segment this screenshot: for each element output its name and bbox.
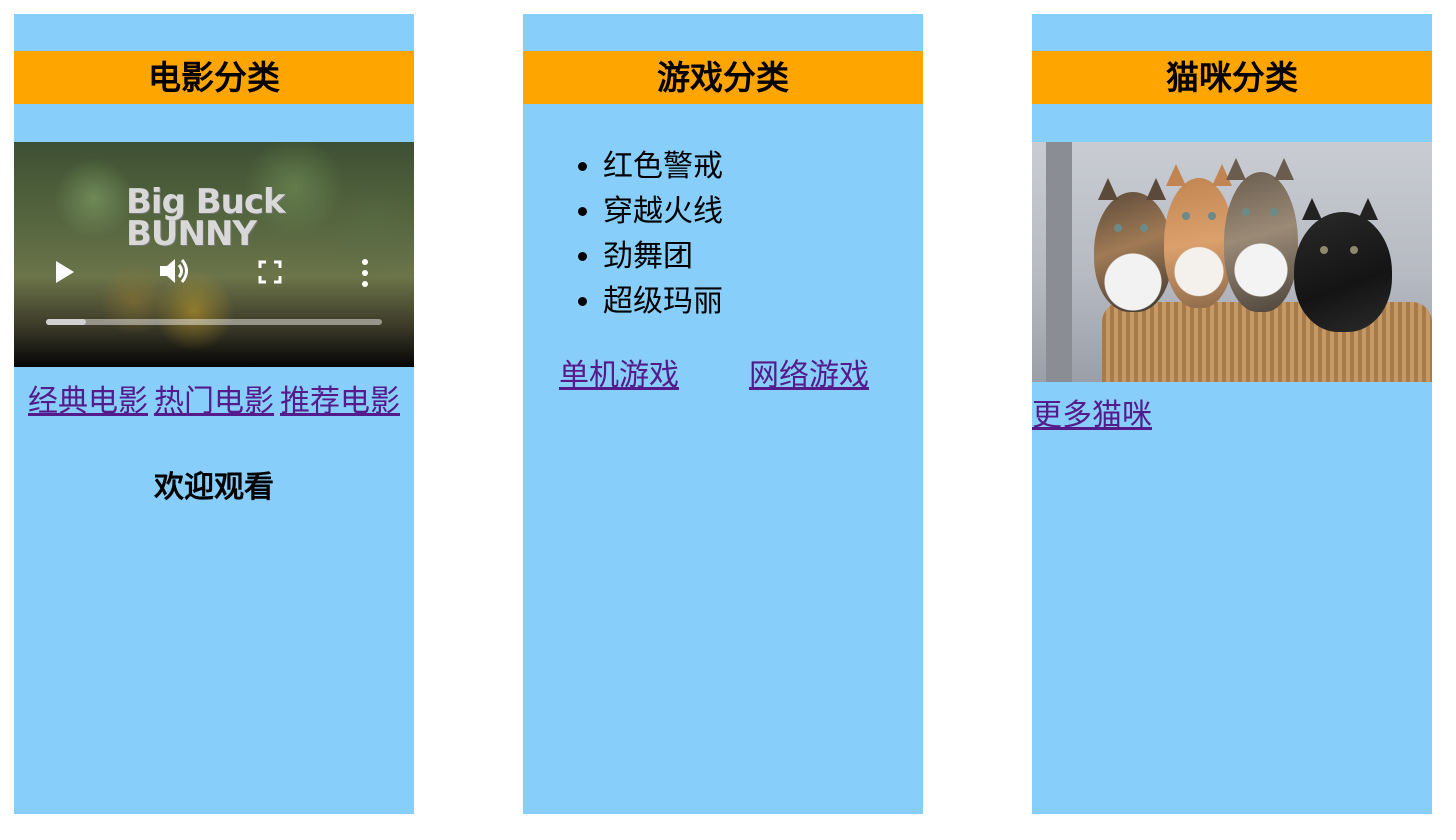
kitten-2-eye — [1182, 212, 1190, 220]
video-player[interactable]: Big Buck BUNNY — [14, 142, 414, 367]
game-links: 单机游戏 网络游戏 — [559, 356, 869, 396]
cats-heading: 猫咪分类 — [1032, 51, 1432, 104]
photo-basket — [1102, 302, 1432, 382]
link-more-cats[interactable]: 更多猫咪 — [1032, 398, 1152, 433]
link-hot-movies[interactable]: 热门电影 — [154, 384, 274, 419]
play-icon[interactable] — [54, 260, 76, 284]
kitten-3-ear — [1274, 158, 1294, 180]
game-list: 红色警戒 穿越火线 劲舞团 超级玛丽 — [523, 144, 723, 324]
kitten-1-eye — [1114, 224, 1122, 232]
kitten-2-eye — [1208, 212, 1216, 220]
kitten-1-ear — [1146, 178, 1166, 200]
games-panel: 游戏分类 红色警戒 穿越火线 劲舞团 超级玛丽 单机游戏 网络游戏 — [523, 14, 923, 814]
kitten-4-eye — [1350, 246, 1358, 254]
list-item: 红色警戒 — [603, 144, 723, 189]
kitten-3-ear — [1226, 158, 1246, 180]
movie-links: 经典电影 热门电影 推荐电影 — [14, 382, 414, 422]
fullscreen-icon[interactable] — [258, 260, 282, 284]
list-item: 穿越火线 — [603, 189, 723, 234]
link-online-games[interactable]: 网络游戏 — [749, 358, 869, 393]
volume-icon[interactable] — [158, 256, 192, 286]
movies-heading: 电影分类 — [14, 51, 414, 104]
kitten-1 — [1094, 192, 1172, 312]
more-cats-link-container: 更多猫咪 — [1032, 396, 1152, 436]
kitten-3-eye — [1270, 208, 1278, 216]
list-item: 超级玛丽 — [603, 279, 723, 324]
kitten-4 — [1294, 212, 1392, 332]
games-heading: 游戏分类 — [523, 51, 923, 104]
welcome-text: 欢迎观看 — [154, 470, 274, 505]
kitten-1-ear — [1098, 178, 1118, 200]
kitten-1-eye — [1140, 224, 1148, 232]
kitten-4-eye — [1320, 246, 1328, 254]
kitten-3 — [1224, 172, 1298, 312]
photo-background-post — [1046, 142, 1072, 382]
link-single-player-games[interactable]: 单机游戏 — [559, 358, 679, 393]
more-options-icon[interactable] — [360, 258, 370, 288]
kittens-photo — [1032, 142, 1432, 382]
video-title-art: Big Buck BUNNY — [126, 182, 286, 254]
video-frame — [14, 142, 414, 367]
kitten-2-ear — [1166, 164, 1186, 186]
kitten-3-eye — [1242, 208, 1250, 216]
video-progress-fill — [46, 319, 87, 325]
kitten-4-ear — [1358, 198, 1378, 220]
movies-panel: 电影分类 Big Buck BUNNY 经典电影 热门电影 推荐电影 欢迎观看 — [14, 14, 414, 814]
link-classic-movies[interactable]: 经典电影 — [28, 384, 148, 419]
video-progress-bar[interactable] — [46, 319, 382, 325]
cats-panel: 猫咪分类 更多猫咪 — [1032, 14, 1432, 814]
list-item: 劲舞团 — [603, 234, 723, 279]
link-recommended-movies[interactable]: 推荐电影 — [280, 384, 400, 419]
kitten-4-ear — [1302, 198, 1322, 220]
